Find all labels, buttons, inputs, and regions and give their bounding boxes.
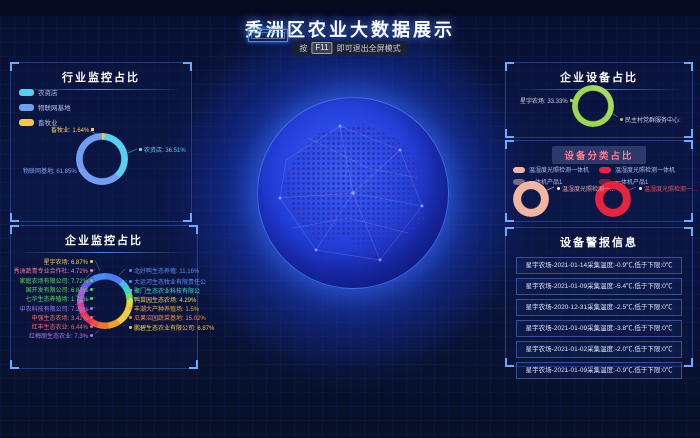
chart-label: 温湿度光照检测一... <box>557 184 615 193</box>
industry-donut-chart[interactable] <box>76 133 128 185</box>
legend-label: 物联网基地 <box>38 102 71 112</box>
tip-suffix: 即可退出全屏模式 <box>337 43 401 54</box>
chart-label: 温湿度光照检测一... <box>639 184 697 193</box>
chart-label: 七华生态养殖场: 1.72% <box>26 294 93 303</box>
panel-industry-monitor: 行业监控占比 农资店 物联网基地 畜牧业 畜牧业: <box>10 62 192 222</box>
globe <box>257 97 449 289</box>
chart-label: 鹏碧生态农业有限公司: 6.87% <box>129 323 214 332</box>
legend-item[interactable]: 物联网基地 <box>19 102 71 112</box>
chart-label: 星宇农场: 33.33% <box>520 96 573 105</box>
f11-key-badge: F11 <box>311 42 332 54</box>
equipment-panel-title: 企业设备占比 <box>506 69 692 85</box>
chart-label: 星宇农场: 6.87% <box>44 257 93 266</box>
panel-equipment-ratio: 企业设备占比 星宇农场: 33.33% 民主村党群服务中心: <box>505 62 693 138</box>
chart-label: 红梅丽生态农业: 7.3% <box>29 331 93 340</box>
alarm-panel-title: 设备警报信息 <box>506 234 692 250</box>
chart-label: 瓜果沼园蔬菜基地: 15.02% <box>129 313 206 322</box>
enterprise-panel-title: 企业监控占比 <box>11 232 197 248</box>
dashboard: 秀洲区农业大数据展示 按 F11 即可退出全屏模式 行业监控占比 农资店 物联网… <box>0 0 700 438</box>
panel-enterprise-monitor: 企业监控占比 星宇农场: 6.87% 秀洲蔬青专业合作社: 4.72% 家庭农场… <box>10 225 198 369</box>
alarm-row: 星宇农场-2021-01-09采集温度:-0.9℃,低于下限:0℃ <box>516 362 682 379</box>
classification-left-donut[interactable] <box>513 181 549 217</box>
legend-label: 温湿度光照检测一体机 <box>615 165 675 174</box>
alarm-row: 星宇农场-2021-01-14采集温度:-0.9℃,低于下限:0℃ <box>516 257 682 274</box>
legend-swatch <box>513 167 525 173</box>
alarm-row: 星宇农场-2021-01-09采集温度:-3.8℃,低于下限:0℃ <box>516 320 682 337</box>
chart-label: 畜牧业: 1.64% <box>51 125 94 134</box>
equipment-donut-chart[interactable] <box>572 85 614 127</box>
chart-label: 聚门生态农业科技有限公 <box>129 286 200 295</box>
chart-label: 中农科技有限公司: 7.29% <box>20 304 93 313</box>
chart-label: 红丰生态农业: 6.44% <box>32 322 93 331</box>
page-title: 秀洲区农业大数据展示 <box>0 16 700 42</box>
alarm-row: 星宇农场-2021-01-02采集温度:-2.0℃,低于下限:0℃ <box>516 341 682 358</box>
chart-label: 家庭农场有限公司: 7.72% <box>20 276 93 285</box>
legend-swatch <box>19 104 34 111</box>
brand-logo <box>248 29 288 42</box>
legend-label: 温湿度光照检测一体机 <box>529 165 589 174</box>
legend-swatch <box>19 89 34 96</box>
chart-label: 物联网基地: 61.85% <box>23 166 82 175</box>
legend-swatch <box>599 167 611 173</box>
fullscreen-tip: 按 F11 即可退出全屏模式 <box>292 41 407 55</box>
legend-swatch <box>19 119 34 126</box>
divider <box>20 252 187 253</box>
chart-label: 农资店: 36.51% <box>139 145 186 154</box>
tip-prefix: 按 <box>299 43 307 54</box>
industry-panel-title: 行业监控占比 <box>11 69 191 85</box>
chart-label: 鸭苗园生态农场: 4.29% <box>129 295 196 304</box>
alarm-row: 星宇农场-2021-01-09采集温度:-5.4℃,低于下限:0℃ <box>516 278 682 295</box>
legend-item[interactable]: 温湿度光照检测一体机 <box>599 165 675 174</box>
panel-alarm-info: 设备警报信息 星宇农场-2021-01-14采集温度:-0.9℃,低于下限:0℃… <box>505 227 693 367</box>
chart-label: 民主村党群服务中心: <box>620 115 681 124</box>
chart-label: 丰潮大产种养殖场: 1.5% <box>129 304 199 313</box>
chart-label: 大运河生态牧业有限责任公 <box>129 277 206 286</box>
chart-label: 国开发有限公司: 6.87% <box>26 285 93 294</box>
globe-network-lines <box>258 98 448 288</box>
chart-label: 北好鸭生态养殖: 11.16% <box>129 266 199 275</box>
legend-item[interactable]: 农资店 <box>19 87 71 97</box>
legend-item[interactable]: 温湿度光照检测一体机 <box>513 165 589 174</box>
chart-label: 申强生态农场: 3.42% <box>32 313 93 322</box>
legend-label: 农资店 <box>38 87 58 97</box>
alarm-row: 星宇农场-2020-12-31采集温度:-2.5℃,低于下限:0℃ <box>516 299 682 316</box>
panel-classification-ratio: 设备分类占比 温湿度光照检测一体机 一体机产品1 温湿度光照检测一体机 一体机产… <box>505 140 693 222</box>
chart-label: 秀洲蔬青专业合作社: 4.72% <box>14 266 93 275</box>
classification-panel-title: 设备分类占比 <box>552 146 645 164</box>
